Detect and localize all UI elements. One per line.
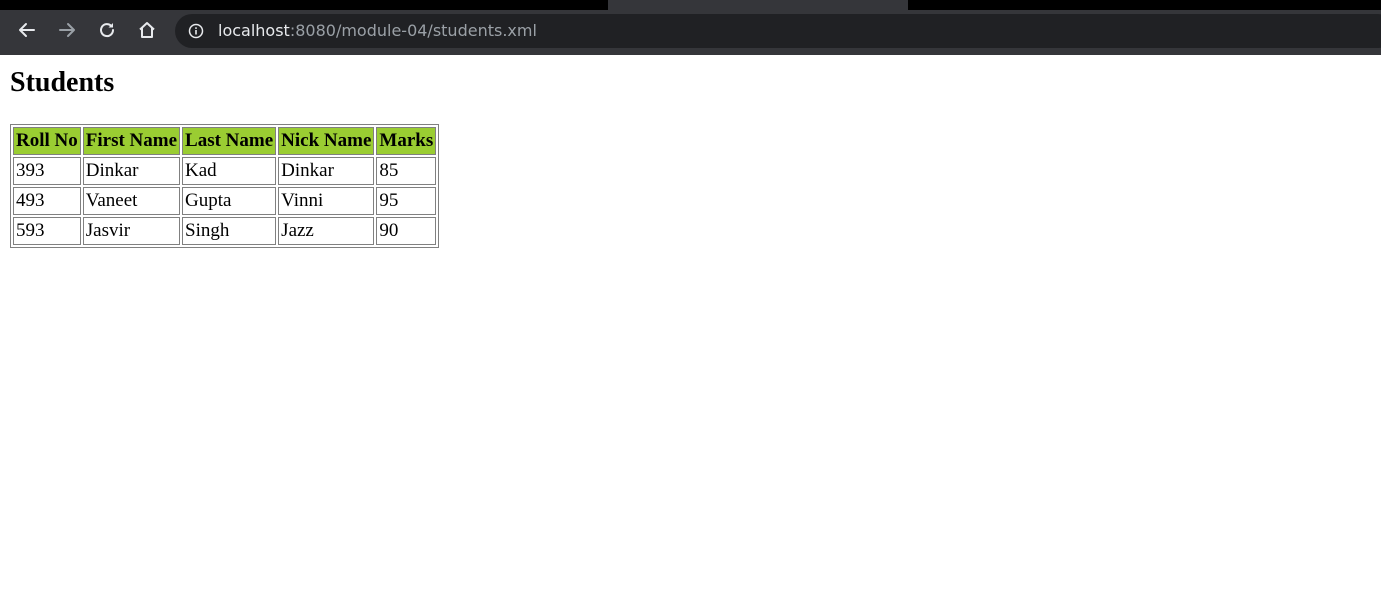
students-table: Roll No First Name Last Name Nick Name M… <box>10 124 440 248</box>
cell-nick-name: Vinni <box>278 187 375 215</box>
back-arrow-icon <box>19 23 35 37</box>
table-row: 593 Jasvir Singh Jazz 90 <box>13 217 437 245</box>
cell-first-name: Dinkar <box>82 157 181 185</box>
url-path: :8080/module-04/students.xml <box>289 21 537 40</box>
page-content: Students Roll No First Name Last Name Ni… <box>0 67 1381 248</box>
column-header-roll-no: Roll No <box>13 127 81 155</box>
table-header-row: Roll No First Name Last Name Nick Name M… <box>13 127 437 155</box>
cell-nick-name: Dinkar <box>278 157 375 185</box>
reload-icon <box>100 23 115 38</box>
table-row: 493 Vaneet Gupta Vinni 95 <box>13 187 437 215</box>
forward-arrow-icon <box>59 23 75 37</box>
tab-strip <box>0 0 1381 10</box>
cell-last-name: Kad <box>182 157 277 185</box>
browser-toolbar: localhost:8080/module-04/students.xml <box>0 10 1381 55</box>
cell-marks: 90 <box>376 217 437 245</box>
info-icon[interactable] <box>188 23 204 39</box>
page-title: Students <box>10 67 115 98</box>
table-row: 393 Dinkar Kad Dinkar 85 <box>13 157 437 185</box>
address-url[interactable]: localhost:8080/module-04/students.xml <box>218 21 537 41</box>
url-host: localhost <box>218 21 290 40</box>
column-header-marks: Marks <box>376 127 437 155</box>
cell-roll-no: 593 <box>13 217 81 245</box>
home-icon <box>139 22 155 38</box>
forward-button[interactable] <box>54 17 80 43</box>
cell-marks: 85 <box>376 157 437 185</box>
cell-marks: 95 <box>376 187 437 215</box>
home-button[interactable] <box>134 17 160 43</box>
column-header-nick-name: Nick Name <box>278 127 375 155</box>
cell-nick-name: Jazz <box>278 217 375 245</box>
cell-roll-no: 393 <box>13 157 81 185</box>
reload-button[interactable] <box>94 17 120 43</box>
column-header-first-name: First Name <box>82 127 181 155</box>
browser-chrome: localhost:8080/module-04/students.xml <box>0 0 1381 55</box>
active-tab[interactable] <box>608 0 908 10</box>
cell-last-name: Gupta <box>182 187 277 215</box>
cell-last-name: Singh <box>182 217 277 245</box>
cell-first-name: Vaneet <box>82 187 181 215</box>
address-bar[interactable]: localhost:8080/module-04/students.xml <box>175 14 1381 48</box>
column-header-last-name: Last Name <box>182 127 277 155</box>
back-button[interactable] <box>14 17 40 43</box>
cell-roll-no: 493 <box>13 187 81 215</box>
cell-first-name: Jasvir <box>82 217 181 245</box>
